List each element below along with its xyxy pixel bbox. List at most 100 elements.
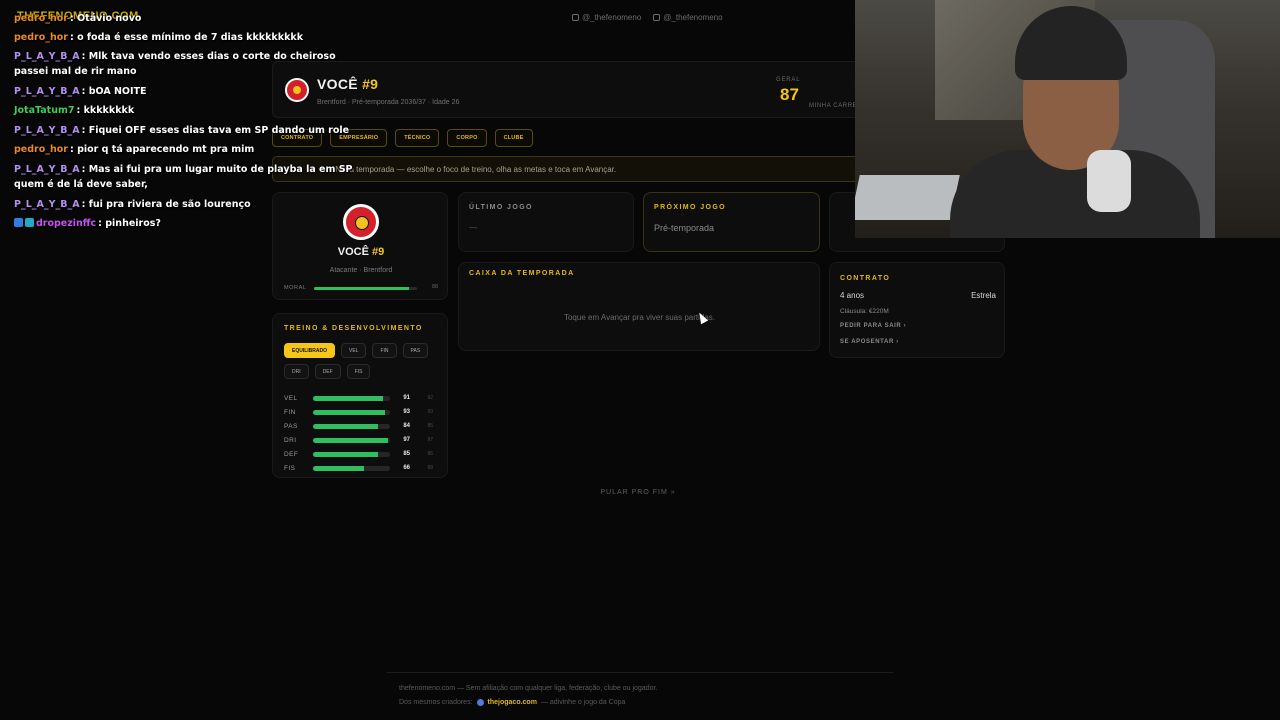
stat-potential: 85 xyxy=(427,423,433,429)
next-match-label: PRÓXIMO JOGO xyxy=(654,204,727,211)
last-match-value: — xyxy=(469,223,477,232)
chat-text: : Otávio novo xyxy=(69,13,142,24)
chat-text: : fui pra riviera de são lourenço xyxy=(81,199,251,210)
footer-disclaimer: thefenomeno.com — Sem afiliação com qual… xyxy=(399,685,658,692)
stat-bar-fill xyxy=(313,409,385,415)
stat-key: FIN xyxy=(284,408,296,416)
chat-message: P_L_A_Y_B_A: Mas ai fui pra um lugar mui… xyxy=(14,162,354,192)
chat-username[interactable]: P_L_A_Y_B_A xyxy=(14,86,80,97)
stat-bar xyxy=(313,409,390,415)
season-notice: — Nova temporada — escolhe o foco de tre… xyxy=(272,156,872,182)
tab-corpo[interactable]: CORPO xyxy=(447,129,487,147)
skip-to-end-button[interactable]: PULAR PRO FIM » xyxy=(540,489,736,496)
morale-value: 88 xyxy=(432,284,439,290)
chat-message: pedro_hor: o foda é esse mínimo de 7 dia… xyxy=(14,30,354,45)
profile-position: Atacante · Brentford xyxy=(329,267,393,274)
focus-fin-button[interactable]: FIN xyxy=(372,343,397,358)
chat-username[interactable]: JotaTatum7 xyxy=(14,105,75,116)
stat-potential: 93 xyxy=(427,409,433,415)
stat-value: 93 xyxy=(403,409,410,415)
tiktok-link[interactable]: @_thefenomeno xyxy=(653,13,723,22)
chat-username[interactable]: pedro_hor xyxy=(14,144,68,155)
contract-title: CONTRATO xyxy=(840,275,891,282)
chat-username[interactable]: dropezinffc xyxy=(36,218,96,229)
contract-years: 4 anos xyxy=(840,291,865,300)
chat-message: JotaTatum7: kkkkkkkk xyxy=(14,103,354,118)
request-transfer-button[interactable]: PEDIR PARA SAIR › xyxy=(840,323,906,329)
stat-row-pas: PAS 84 85 xyxy=(284,419,444,433)
stat-bar-fill xyxy=(313,395,384,401)
tab-tecnico[interactable]: TÉCNICO xyxy=(395,129,440,147)
instagram-icon xyxy=(572,14,579,21)
footer-creators: Dos mesmos criadores: thejogaco.com — ad… xyxy=(399,699,626,706)
chat-message: pedro_hor: pior q tá aparecendo mt pra m… xyxy=(14,142,354,157)
training-title: TREINO & DESENVOLVIMENTO xyxy=(284,325,423,332)
social-links: @_thefenomeno @_thefenomeno xyxy=(572,13,723,22)
stat-bar xyxy=(313,423,390,429)
training-card: TREINO & DESENVOLVIMENTO EQUILIBRADO VEL… xyxy=(272,313,448,478)
chat-text: : o foda é esse mínimo de 7 dias kkkkkkk… xyxy=(69,32,304,43)
focus-pas-button[interactable]: PAS xyxy=(402,343,429,358)
stat-bar-fill xyxy=(313,451,379,457)
contract-status: Estrela xyxy=(971,291,996,300)
focus-def-button[interactable]: DEF xyxy=(314,364,341,379)
stat-bar xyxy=(313,465,390,471)
chat-text: : pior q tá aparecendo mt pra mim xyxy=(69,144,255,155)
stat-bar xyxy=(313,395,390,401)
stat-key: PAS xyxy=(284,422,298,430)
stat-row-def: DEF 85 86 xyxy=(284,447,444,461)
next-match-value: Pré-temporada xyxy=(654,223,715,233)
focus-equilibrado-button[interactable]: EQUILIBRADO xyxy=(284,343,335,358)
focus-dri-button[interactable]: DRI xyxy=(284,364,309,379)
stat-key: VEL xyxy=(284,394,298,402)
thejogaco-link[interactable]: thejogaco.com xyxy=(488,699,537,706)
chat-message: pedro_hor: Otávio novo xyxy=(14,11,354,26)
chat-username[interactable]: P_L_A_Y_B_A xyxy=(14,199,80,210)
chat-text: : pinheiros? xyxy=(98,218,161,229)
inbox-title: CAIXA DA TEMPORADA xyxy=(469,270,575,277)
chat-text: : kkkkkkkk xyxy=(76,105,135,116)
morale-label: MORAL xyxy=(284,285,307,291)
stat-value: 85 xyxy=(403,451,410,457)
retire-button[interactable]: SE APOSENTAR › xyxy=(840,339,899,345)
stat-potential: 68 xyxy=(427,465,433,471)
stat-value: 84 xyxy=(403,423,410,429)
player-header: VOCÊ #9 Brentford · Pré-temporada 2036/3… xyxy=(272,61,872,118)
stat-potential: 97 xyxy=(427,437,433,443)
stat-key: FIS xyxy=(284,464,296,472)
microphone-icon xyxy=(1087,150,1131,212)
overall-rating: 87 xyxy=(780,85,799,104)
stat-row-vel: VEL 91 92 xyxy=(284,391,444,405)
tiktok-icon xyxy=(653,14,661,21)
stat-row-fin: FIN 93 93 xyxy=(284,405,444,419)
instagram-link[interactable]: @_thefenomeno xyxy=(572,13,641,22)
chat-username[interactable]: pedro_hor xyxy=(14,13,68,24)
chat-username[interactable]: P_L_A_Y_B_A xyxy=(14,51,80,62)
chat-message: P_L_A_Y_B_A: Fiquei OFF esses dias tava … xyxy=(14,123,354,138)
tab-clube[interactable]: CLUBE xyxy=(494,129,533,147)
chat-username[interactable]: P_L_A_Y_B_A xyxy=(14,164,80,175)
chat-username[interactable]: pedro_hor xyxy=(14,32,68,43)
stat-bar xyxy=(313,451,390,457)
focus-fis-button[interactable]: FIS xyxy=(346,364,371,379)
last-match-card: ÚLTIMO JOGO — xyxy=(458,192,634,252)
overall-label: GERAL xyxy=(776,77,801,83)
stat-value: 97 xyxy=(403,437,410,443)
subscriber-badge-icon xyxy=(14,218,23,227)
stat-potential: 92 xyxy=(427,395,433,401)
stat-key: DRI xyxy=(284,436,297,444)
attribute-stats: VEL 91 92 FIN 93 93 PAS 84 85 DRI 97 97 DEF 85 86 FIS 66… xyxy=(284,391,444,475)
webcam-feed xyxy=(855,0,1280,238)
focus-vel-button[interactable]: VEL xyxy=(341,343,367,358)
stat-row-fis: FIS 66 68 xyxy=(284,461,444,475)
stat-potential: 86 xyxy=(427,451,433,457)
stat-value: 91 xyxy=(403,395,410,401)
chat-username[interactable]: P_L_A_Y_B_A xyxy=(14,125,80,136)
release-clause: Cláusula: €220M xyxy=(840,308,889,315)
contract-card: CONTRATO 4 anos Estrela Cláusula: €220M … xyxy=(829,262,1005,358)
chat-text: : bOA NOITE xyxy=(81,86,147,97)
chat-message: P_L_A_Y_B_A: fui pra riviera de são lour… xyxy=(14,197,354,212)
morale-bar xyxy=(314,287,417,290)
next-match-card: PRÓXIMO JOGO Pré-temporada xyxy=(643,192,820,252)
gift-badge-icon xyxy=(25,218,34,227)
